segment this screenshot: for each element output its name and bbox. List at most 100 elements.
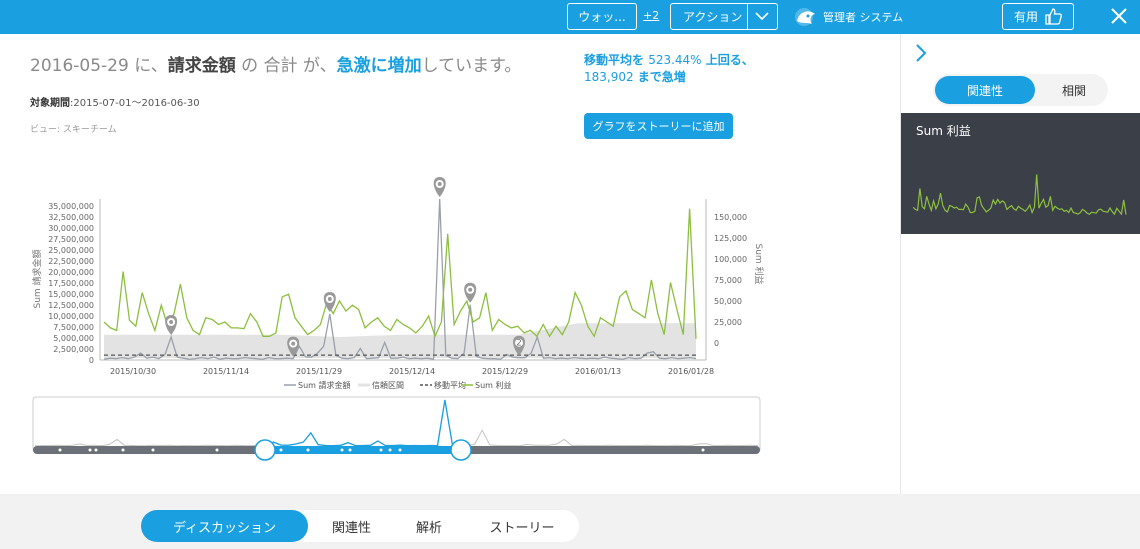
main-chart: 35,000,00032,500,00030,000,00027,500,000… <box>31 177 765 390</box>
navigator-tick-dot <box>121 448 125 452</box>
tab-related[interactable]: 関連性 <box>314 510 389 542</box>
y2-tick-label: 25,000 <box>714 318 742 327</box>
series-profit-line <box>103 208 697 339</box>
y-tick-label: 30,000,000 <box>48 224 94 233</box>
y-tick-label: 22,500,000 <box>48 257 94 266</box>
y2-tick-label: 75,000 <box>714 276 742 285</box>
anomaly-pin-icon <box>464 282 477 303</box>
close-icon[interactable] <box>1107 4 1131 28</box>
y2-tick-label: 0 <box>714 339 719 348</box>
period-value: :2015-07-01～2016-06-30 <box>70 98 200 109</box>
navigator-right-handle[interactable] <box>450 439 472 461</box>
anomaly-pin-icon <box>165 315 178 335</box>
navigator-tick-dot <box>388 448 392 452</box>
y-tick-label: 7,500,000 <box>53 323 94 332</box>
y-tick-label: 20,000,000 <box>48 268 94 277</box>
period-info: 対象期間:2015-07-01～2016-06-30 <box>30 94 200 109</box>
pin-label: 2 <box>516 339 522 349</box>
x-tick-label: 2015/11/14 <box>203 367 249 376</box>
pin-dot <box>327 297 332 301</box>
y2-tick-label: 150,000 <box>714 213 747 222</box>
right-panel: 関連性 相関 Sum 利益 <box>900 34 1140 494</box>
navigator-tick-dot <box>94 448 98 452</box>
navigator-tick-dot <box>88 448 92 452</box>
y-tick-label: 2,500,000 <box>53 345 94 354</box>
headline-text-1: に、 <box>128 56 168 76</box>
bottom-tabs: ディスカッション 関連性 解析 ストーリー <box>141 510 579 542</box>
navigator-tick-dot <box>340 448 344 452</box>
navigator-frame <box>32 396 761 453</box>
right-panel-tabs: 関連性 相関 <box>933 74 1108 106</box>
navigator-tick-dot <box>701 448 705 452</box>
insight-text-1: 移動平均を <box>584 53 649 67</box>
insight-summary: 移動平均を 523.44% 上回る、 183,902 まで急増 <box>584 52 754 86</box>
navigator-tick-dot <box>306 448 310 452</box>
view-label: ビュー: スキーチーム <box>30 125 117 135</box>
headline-measure: 請求金額 <box>167 56 236 76</box>
tab-analysis[interactable]: 解析 <box>394 510 464 542</box>
chevron-right-icon[interactable] <box>913 42 929 64</box>
y-tick-label: 32,500,000 <box>48 213 94 222</box>
navigator-selection <box>265 446 461 454</box>
y-tick-label: 0 <box>89 356 94 365</box>
headline-text-3: しています。 <box>421 56 522 76</box>
navigator-tick-dot <box>348 448 352 452</box>
navigator-tick-dot <box>379 448 383 452</box>
period-label: 対象期間 <box>30 98 70 109</box>
headline-date: 2016-05-29 <box>30 56 129 76</box>
y-tick-label: 5,000,000 <box>53 334 94 343</box>
tab-relevance[interactable]: 関連性 <box>935 76 1035 104</box>
y2-tick-label: 100,000 <box>714 255 747 264</box>
y-tick-label: 35,000,000 <box>48 202 94 211</box>
y-tick-label: 12,500,000 <box>48 301 94 310</box>
useful-label: 有用 <box>1013 10 1038 24</box>
navigator-tick-dot <box>398 448 402 452</box>
action-divider <box>747 4 748 29</box>
anomaly-pin-icon <box>433 177 446 197</box>
navigator-tick-dot <box>215 448 219 452</box>
add-to-story-button[interactable]: グラフをストーリーに追加 <box>584 113 733 139</box>
x-tick-label: 2015/12/14 <box>389 367 435 376</box>
pin-dot <box>437 182 442 186</box>
action-label: アクション <box>683 10 743 24</box>
insight-percent: 523.44% <box>648 53 702 67</box>
y-tick-label: 15,000,000 <box>48 290 94 299</box>
y-tick-label: 27,500,000 <box>48 235 94 244</box>
mini-chart <box>913 174 1127 216</box>
range-navigator[interactable] <box>30 396 765 461</box>
navigator-tick-dot <box>58 448 62 452</box>
thumbs-up-icon <box>1045 8 1062 25</box>
insight-value: 183,902 <box>584 70 634 84</box>
useful-button[interactable]: 有用 <box>1002 3 1074 30</box>
navigator-tick-dot <box>279 448 283 452</box>
x-tick-label: 2016/01/28 <box>668 367 714 376</box>
y2-tick-label: 50,000 <box>714 297 742 306</box>
navigator-tick-dot <box>151 448 155 452</box>
y2-axis-label: Sum 利益 <box>753 243 765 284</box>
watch-button[interactable]: ウォッ... <box>567 3 637 30</box>
x-tick-label: 2015/11/29 <box>296 367 342 376</box>
watchers-count-link[interactable]: +2 <box>643 9 659 22</box>
pin-dot <box>169 320 174 324</box>
user-name[interactable]: 管理者 システム <box>823 9 903 25</box>
bottom-bar: ディスカッション 関連性 解析 ストーリー <box>0 494 1140 549</box>
insight-text-2: 上回る、 <box>701 53 754 67</box>
legend-label: Sum 請求金額 <box>298 380 350 390</box>
x-tick-label: 2015/10/30 <box>110 367 156 376</box>
chevron-down-icon <box>755 12 769 21</box>
headline-trend: 急激に増加 <box>336 56 422 76</box>
tab-discussion[interactable]: ディスカッション <box>141 510 308 542</box>
tab-story[interactable]: ストーリー <box>471 510 573 542</box>
action-menu-button[interactable]: アクション <box>670 3 778 30</box>
mini-series-line <box>913 174 1127 216</box>
insight-main-panel: 2016-05-29 に、請求金額 の 合計 が、急激に増加しています。 対象期… <box>0 34 900 494</box>
y-tick-label: 17,500,000 <box>48 279 94 288</box>
tab-correlation[interactable]: 相関 <box>1043 76 1105 104</box>
x-tick-label: 2015/12/29 <box>482 367 528 376</box>
navigator-left-handle[interactable] <box>254 439 276 461</box>
user-avatar-icon[interactable] <box>793 5 819 29</box>
pin-dot <box>468 287 473 292</box>
related-mini-chart-card[interactable]: Sum 利益 <box>901 113 1140 234</box>
legend-label: Sum 利益 <box>475 380 511 390</box>
x-tick-label: 2016/01/13 <box>575 367 621 376</box>
